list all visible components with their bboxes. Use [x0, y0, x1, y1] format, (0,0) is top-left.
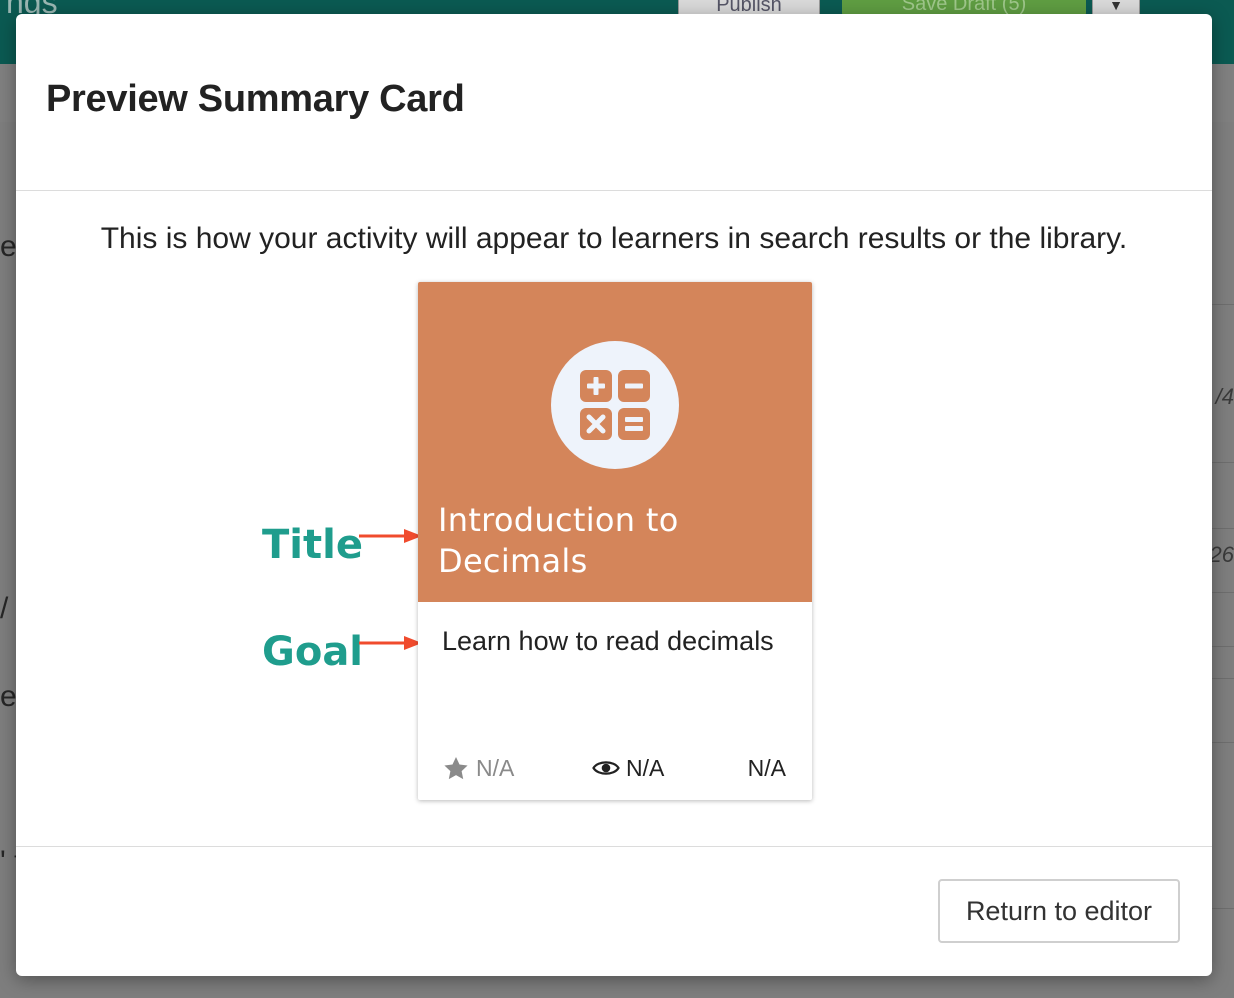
preview-summary-card-modal: Preview Summary Card This is how your ac… [16, 14, 1212, 976]
summary-card-preview: Introduction to Decimals Learn how to re… [418, 282, 812, 800]
card-title: Introduction to Decimals [438, 501, 679, 580]
annotation-goal-label: Goal [262, 629, 364, 675]
background-divider [1212, 678, 1234, 679]
modal-intro-text: This is how your activity will appear to… [100, 222, 1128, 255]
card-hero-banner: Introduction to Decimals [418, 282, 812, 602]
modal-title: Preview Summary Card [46, 78, 465, 120]
card-views: N/A [592, 754, 664, 782]
card-rating: N/A [442, 754, 514, 782]
background-divider [1212, 592, 1234, 593]
background-text-fragment: 26 [1209, 542, 1234, 567]
card-stats-row: N/A N/A N/A [418, 754, 812, 782]
background-divider [1212, 462, 1234, 463]
card-goal: Learn how to read decimals [442, 626, 774, 656]
background-text-fragment: e [0, 680, 17, 713]
annotation-title-arrow-icon [359, 529, 422, 543]
annotation-title-label: Title [262, 522, 363, 568]
star-icon [444, 756, 468, 779]
card-views-value: N/A [626, 754, 665, 781]
card-rating-value: N/A [476, 754, 515, 781]
modal-footer: Return to editor [16, 846, 1212, 977]
background-text-fragment: /4 [1215, 384, 1234, 409]
background-divider [1212, 742, 1234, 743]
calculator-icon [551, 341, 679, 469]
card-stat-third-value: N/A [747, 754, 786, 781]
background-divider [1212, 908, 1234, 909]
background-text-fragment: / [0, 592, 9, 625]
background-divider [1212, 646, 1234, 647]
card-stat-third: N/A [748, 754, 786, 782]
annotation-goal-arrow-icon [359, 636, 422, 650]
eye-icon [592, 761, 620, 775]
modal-header: Preview Summary Card [16, 14, 1212, 191]
background-divider [1212, 528, 1234, 529]
background-divider [1212, 304, 1234, 305]
return-to-editor-button[interactable]: Return to editor [938, 879, 1180, 943]
background-text-fragment: e [0, 230, 17, 263]
